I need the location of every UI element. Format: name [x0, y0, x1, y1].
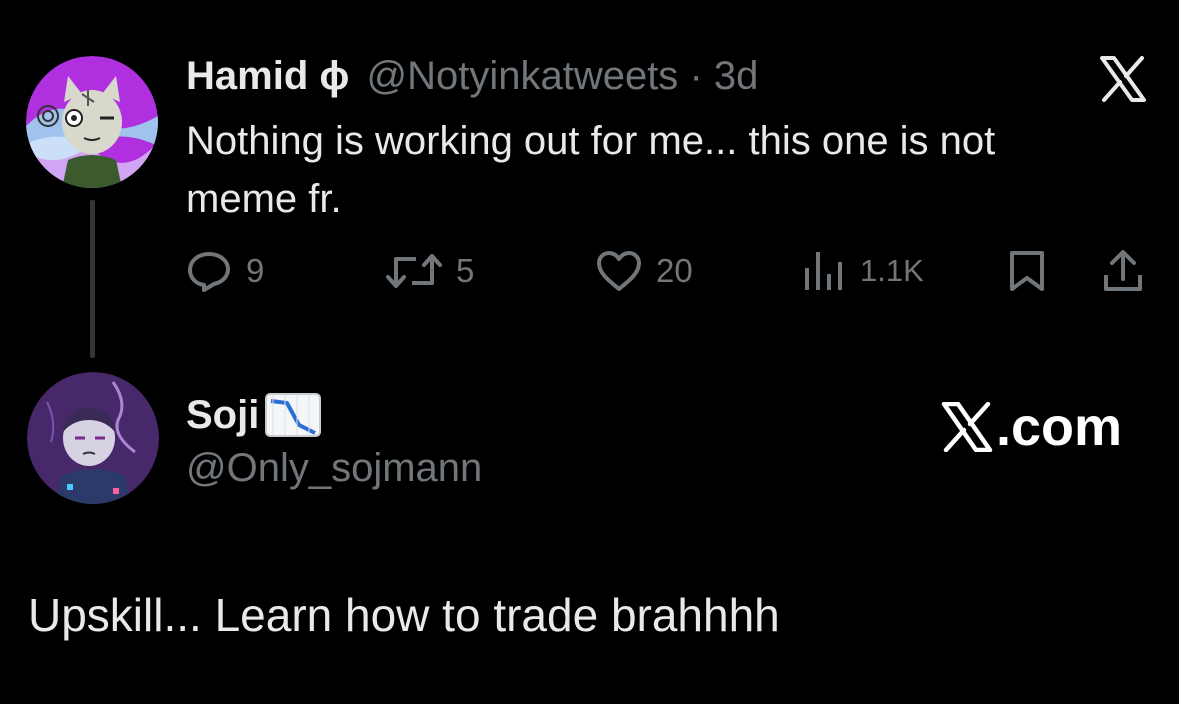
reply-count: 9: [246, 252, 265, 289]
views-chart-icon: [805, 252, 842, 290]
tweet-header: Hamid ɸ @Notyinkatweets · 3d: [186, 54, 758, 98]
x-logo-icon: [1098, 56, 1148, 102]
avatar-hamid[interactable]: [26, 56, 158, 188]
reply-icon: [188, 252, 230, 292]
reply-author[interactable]: Soji: [186, 393, 322, 437]
reply-button[interactable]: 9: [186, 248, 264, 294]
reply-author-handle[interactable]: @Only_sojmann: [186, 446, 482, 490]
avatar-image: [26, 56, 158, 188]
bookmark-button[interactable]: [1008, 248, 1046, 294]
views-button[interactable]: 1.1K: [802, 248, 924, 294]
watermark-text: .com: [996, 397, 1123, 457]
tweet-text: Nothing is working out for me... this on…: [186, 119, 996, 221]
header-separator: ·: [689, 54, 703, 98]
tweet-action-bar: 9 5 20 1.1K: [186, 248, 1146, 294]
avatar-soji[interactable]: [27, 372, 159, 504]
reply-author-name: Soji: [186, 393, 260, 437]
like-button[interactable]: 20: [596, 248, 693, 294]
like-count: 20: [656, 252, 693, 289]
repost-count: 5: [456, 252, 475, 289]
tweet-timestamp[interactable]: 3d: [714, 54, 759, 98]
bookmark-icon: [1010, 251, 1044, 291]
x-logo-icon: [941, 402, 993, 452]
chart-decreasing-icon: [265, 393, 322, 437]
reply-text: Upskill... Learn how to trade brahhhh: [28, 589, 780, 641]
author-name[interactable]: Hamid ɸ: [186, 54, 349, 98]
thread-connector-line: [90, 200, 95, 358]
avatar-image: [27, 372, 159, 504]
share-button[interactable]: [1102, 248, 1144, 294]
heart-icon: [597, 251, 641, 291]
x-com-watermark: .com: [940, 396, 1122, 458]
share-icon: [1104, 250, 1142, 291]
view-count: 1.1K: [860, 253, 924, 288]
repost-icon: [386, 254, 442, 288]
screenshot: Hamid ɸ @Notyinkatweets · 3d Nothing is …: [0, 0, 1179, 704]
repost-button[interactable]: 5: [386, 248, 474, 294]
author-handle[interactable]: @Notyinkatweets: [366, 54, 678, 98]
